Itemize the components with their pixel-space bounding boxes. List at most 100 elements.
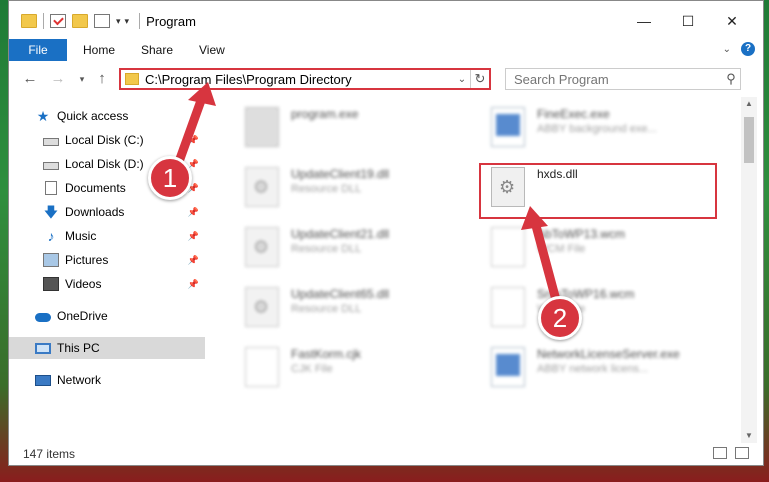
navigation-pane: ★ Quick access Local Disk (C:) 📌 Local D… [9, 97, 205, 443]
pin-icon[interactable]: 📌 [188, 135, 199, 146]
application-file-icon [491, 107, 525, 147]
forward-arrow-icon[interactable]: → [49, 70, 67, 88]
application-file-icon [491, 347, 525, 387]
back-arrow-icon[interactable]: ← [21, 70, 39, 88]
quick-access-toolbar: ▾ ▾ Program [21, 13, 196, 29]
computer-icon [35, 342, 51, 354]
file-item[interactable]: UpdateClient65.dll Resource DLL [217, 283, 467, 333]
sidebar-item-label: OneDrive [57, 309, 108, 323]
pin-icon[interactable]: 📌 [188, 231, 199, 242]
file-type: ABBY background exe... [537, 123, 657, 135]
search-box[interactable]: ⚲ [505, 68, 741, 90]
sidebar-item-pictures[interactable]: Pictures 📌 [9, 249, 205, 271]
maximize-button[interactable]: ☐ [673, 9, 703, 33]
network-icon [35, 374, 51, 386]
file-item[interactable]: FineExec.exe ABBY background exe... [463, 103, 713, 153]
chevron-down-icon[interactable]: ▾ [116, 16, 121, 27]
sidebar-item-label: Videos [65, 277, 102, 291]
vertical-scrollbar[interactable]: ▲ ▼ [741, 97, 757, 443]
search-icon[interactable]: ⚲ [722, 71, 740, 87]
file-item[interactable]: NetworkLicenseServer.exe ABBY network li… [463, 343, 713, 393]
pictures-icon [43, 253, 59, 267]
recent-locations-chevron-icon[interactable]: ▾ [73, 70, 91, 88]
tab-view[interactable]: View [199, 39, 225, 61]
sidebar-item-label: This PC [57, 341, 100, 355]
pin-icon[interactable]: 📌 [188, 279, 199, 290]
address-bar[interactable]: C:\Program Files\Program Directory ⌄ ↻ [119, 68, 491, 90]
help-icon[interactable]: ? [741, 42, 755, 56]
large-icons-view-icon[interactable] [735, 447, 749, 459]
sidebar-item-local-disk-c[interactable]: Local Disk (C:) 📌 [9, 129, 205, 151]
refresh-icon[interactable]: ↻ [470, 70, 489, 88]
dll-gear-icon [245, 167, 279, 207]
documents-icon [45, 181, 57, 195]
drive-icon [43, 137, 59, 146]
document-file-icon [491, 287, 525, 327]
close-button[interactable]: ✕ [717, 9, 747, 33]
cloud-icon [35, 312, 51, 322]
step-2-callout: 2 [538, 296, 582, 340]
scroll-down-icon[interactable]: ▼ [741, 429, 757, 443]
minimize-button[interactable]: — [629, 9, 659, 33]
sidebar-item-onedrive[interactable]: OneDrive [9, 305, 205, 327]
file-name: UpdateClient19.dll [291, 167, 390, 181]
dll-gear-icon [245, 227, 279, 267]
toolbar-divider [139, 13, 141, 29]
document-file-icon [245, 347, 279, 387]
scroll-up-icon[interactable]: ▲ [741, 97, 757, 111]
file-item[interactable]: UpdateClient21.dll Resource DLL [217, 223, 467, 273]
search-input[interactable] [512, 70, 722, 88]
file-type: CJK File [291, 363, 333, 375]
drive-icon [43, 161, 59, 170]
pin-icon[interactable]: 📌 [188, 207, 199, 218]
sidebar-item-label: Network [57, 373, 102, 387]
toolbar-divider [43, 13, 44, 29]
dll-gear-icon [245, 287, 279, 327]
file-name: AbToWP13.wcm [537, 227, 626, 241]
file-name: NetworkLicenseServer.exe [537, 347, 680, 361]
properties-check-icon[interactable] [50, 14, 66, 28]
ribbon-controls: ⌄ ? [723, 42, 755, 56]
file-type: WCM File [537, 243, 586, 255]
title-bar: ▾ ▾ Program — ☐ ✕ [9, 1, 763, 41]
customize-icon[interactable] [94, 14, 110, 28]
expand-ribbon-icon[interactable]: ⌄ [723, 44, 731, 55]
file-list: program.exe FineExec.exe ABBY background… [205, 97, 741, 443]
tab-file[interactable]: File [9, 39, 67, 61]
exe-file-icon [245, 107, 279, 147]
sidebar-item-this-pc[interactable]: This PC [9, 337, 205, 359]
file-item[interactable]: AbToWP13.wcm WCM File [463, 223, 713, 273]
sidebar-item-videos[interactable]: Videos 📌 [9, 273, 205, 295]
pin-icon[interactable]: 📌 [188, 255, 199, 266]
file-name: UpdateClient65.dll [291, 287, 390, 301]
tab-share[interactable]: Share [141, 39, 173, 61]
folder-icon [125, 73, 139, 85]
details-view-icon[interactable] [713, 447, 727, 459]
file-item[interactable]: FastKorm.cjk CJK File [217, 343, 467, 393]
ribbon-tabs: File Home Share View ⌄ ? [9, 39, 763, 62]
file-explorer-window: ▾ ▾ Program — ☐ ✕ File Home Share View ⌄… [8, 0, 764, 466]
new-folder-icon[interactable] [72, 14, 88, 28]
file-name: program.exe [291, 107, 359, 121]
address-path[interactable]: C:\Program Files\Program Directory [145, 72, 454, 87]
file-item[interactable]: SnipToWP16.wcm WCM File [463, 283, 713, 333]
document-file-icon [491, 227, 525, 267]
address-dropdown-icon[interactable]: ⌄ [454, 74, 470, 85]
sidebar-item-label: Downloads [65, 205, 125, 219]
file-name: FineExec.exe [537, 107, 610, 121]
scrollbar-thumb[interactable] [744, 117, 754, 163]
sidebar-item-label: Pictures [65, 253, 109, 267]
up-arrow-icon[interactable]: ↑ [93, 70, 111, 88]
sidebar-item-label: Quick access [57, 109, 129, 123]
sidebar-item-quick-access[interactable]: ★ Quick access [9, 105, 205, 127]
item-count: 147 items [23, 447, 76, 461]
step-1-callout: 1 [148, 156, 192, 200]
tab-home[interactable]: Home [83, 39, 115, 61]
file-item[interactable]: program.exe [217, 103, 467, 153]
file-item[interactable]: UpdateClient19.dll Resource DLL [217, 163, 467, 213]
customize-quick-access-icon[interactable]: ▾ [125, 16, 130, 27]
sidebar-item-network[interactable]: Network [9, 369, 205, 391]
sidebar-item-label: Local Disk (C:) [65, 133, 144, 147]
sidebar-item-music[interactable]: ♪ Music 📌 [9, 225, 205, 247]
sidebar-item-downloads[interactable]: 🡇 Downloads 📌 [9, 201, 205, 223]
